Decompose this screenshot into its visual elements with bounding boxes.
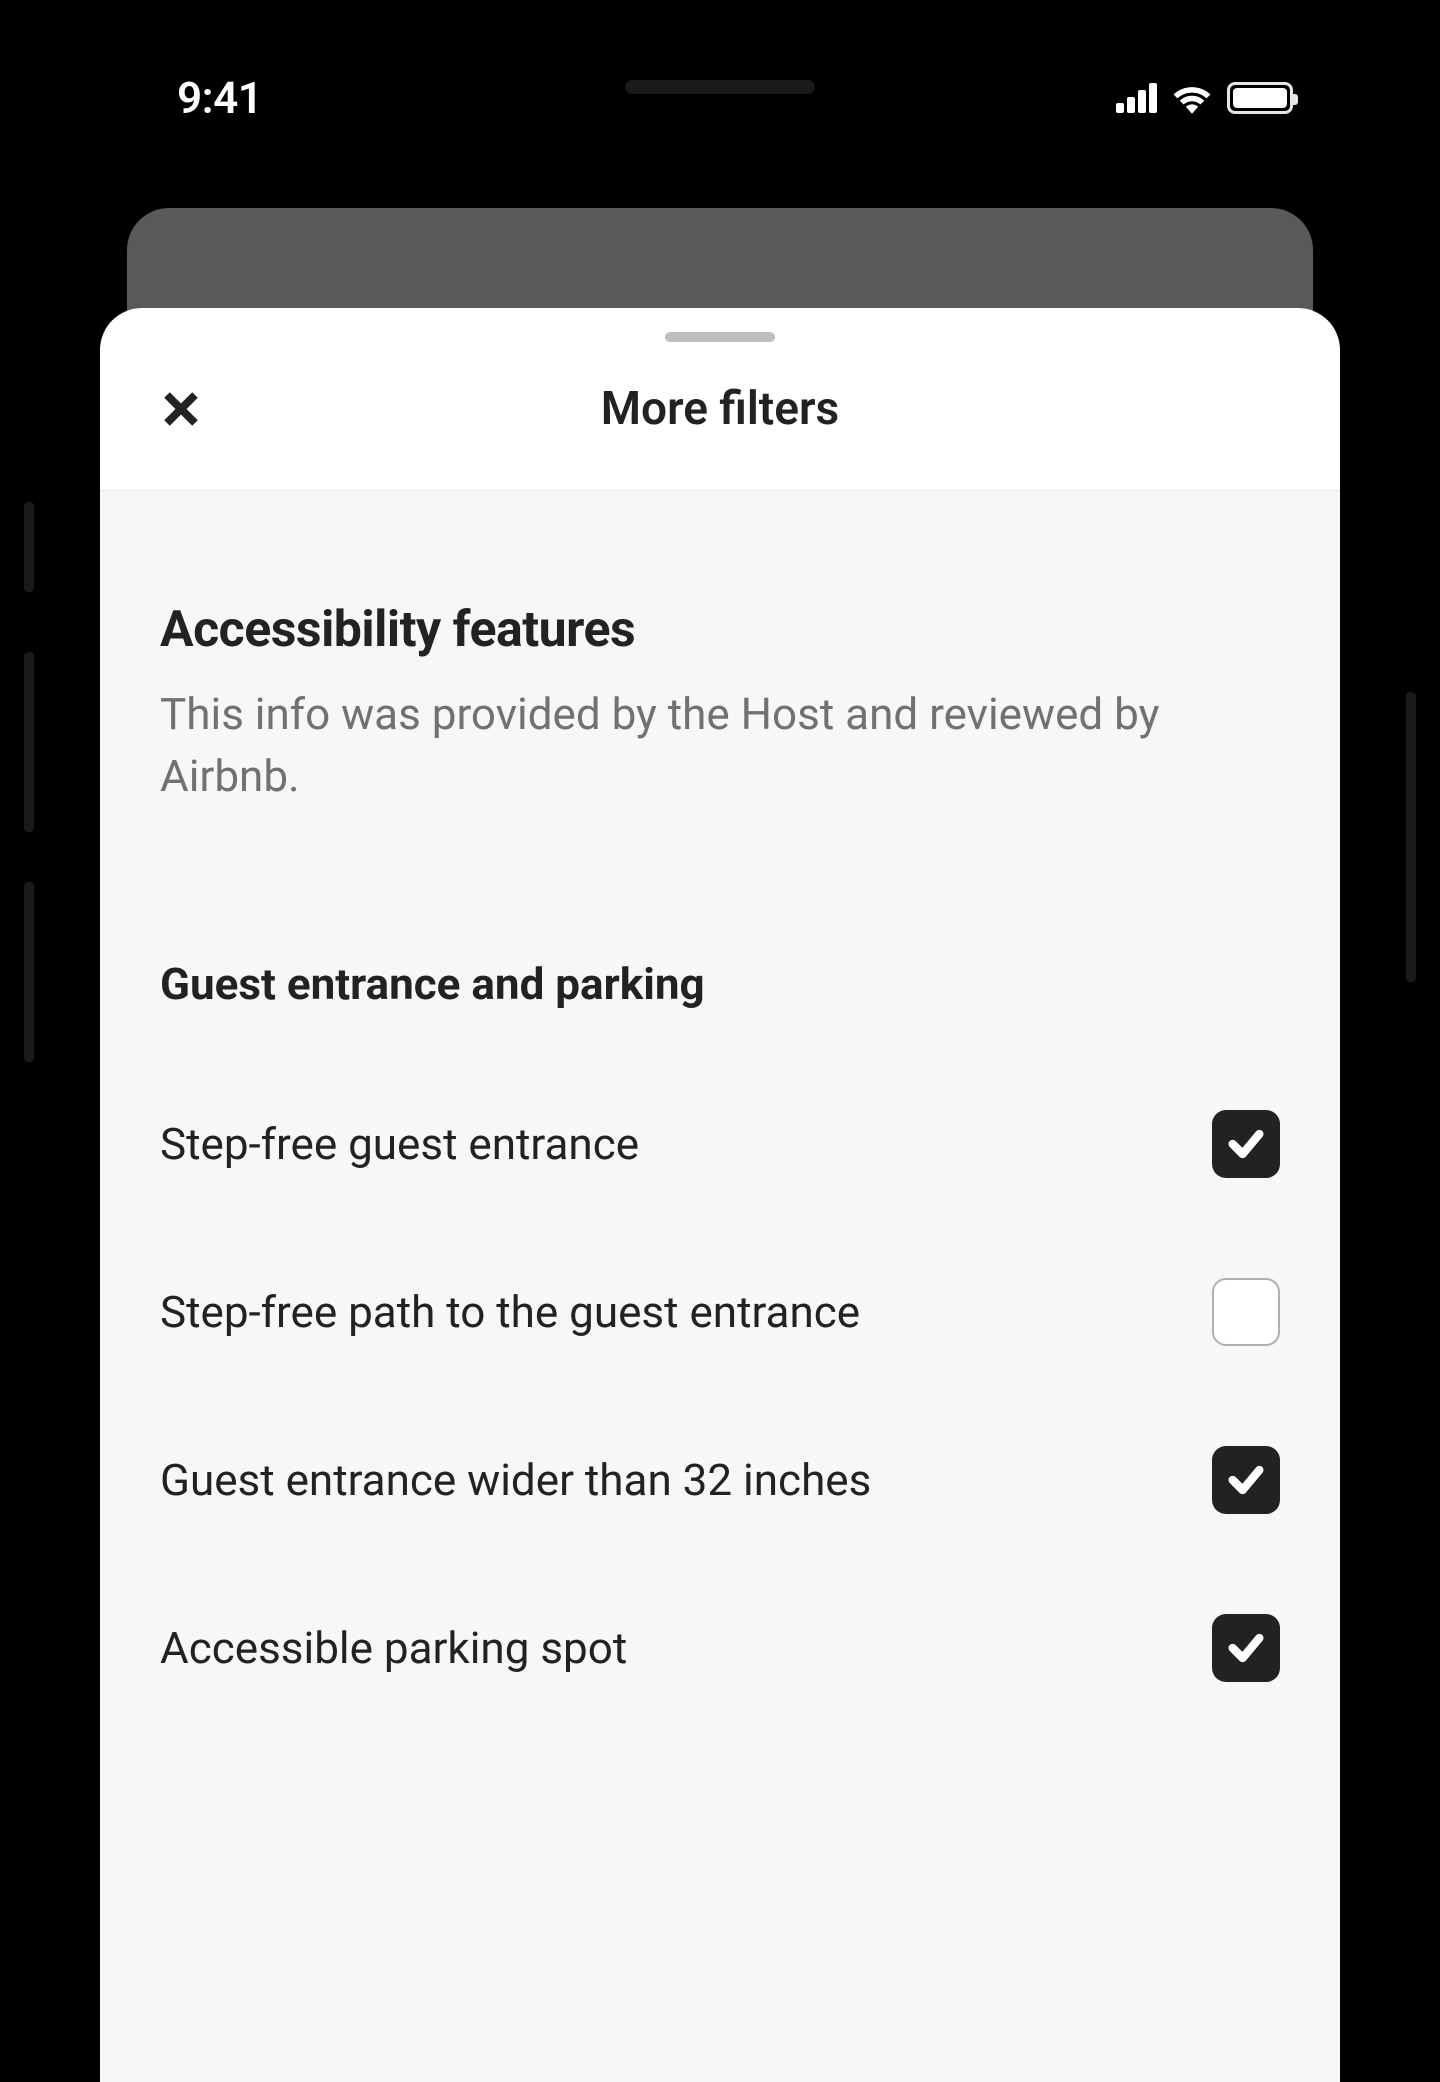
section-description: This info was provided by the Host and r… [160,683,1280,808]
sheet-title: More filters [601,382,839,436]
status-bar: 9:41 [72,42,1368,152]
volume-down-button [24,882,34,1062]
subsection-heading: Guest entrance and parking [160,958,1280,1010]
volume-up-button [24,652,34,832]
filter-row-step-free-entrance[interactable]: Step-free guest entrance [160,1110,1280,1178]
status-icons [1116,82,1293,114]
notch [625,80,815,94]
battery-icon [1227,82,1293,114]
phone-frame: 9:41 More filters [30,12,1410,2082]
checkbox-step-free-path[interactable] [1212,1278,1280,1346]
checkbox-step-free-entrance[interactable] [1212,1110,1280,1178]
filter-row-wide-entrance[interactable]: Guest entrance wider than 32 inches [160,1446,1280,1514]
status-time: 9:41 [177,72,262,124]
close-icon[interactable] [160,388,202,430]
checkbox-wide-entrance[interactable] [1212,1446,1280,1514]
filter-label: Guest entrance wider than 32 inches [160,1449,1172,1511]
filter-label: Accessible parking spot [160,1617,1172,1679]
checkbox-accessible-parking[interactable] [1212,1614,1280,1682]
filters-sheet: More filters Accessibility features This… [100,308,1340,2082]
filter-label: Step-free guest entrance [160,1113,1172,1175]
sheet-header: More filters [100,342,1340,491]
power-button [1406,692,1416,982]
volume-switch [24,502,34,592]
filter-row-step-free-path[interactable]: Step-free path to the guest entrance [160,1278,1280,1346]
filter-row-accessible-parking[interactable]: Accessible parking spot [160,1614,1280,1682]
section-heading: Accessibility features [160,601,1280,659]
sheet-body[interactable]: Accessibility features This info was pro… [100,491,1340,2082]
filter-label: Step-free path to the guest entrance [160,1281,1172,1343]
wifi-icon [1171,82,1213,114]
phone-screen: 9:41 More filters [72,42,1368,2082]
sheet-grabber[interactable] [665,332,775,342]
cellular-icon [1116,83,1157,113]
